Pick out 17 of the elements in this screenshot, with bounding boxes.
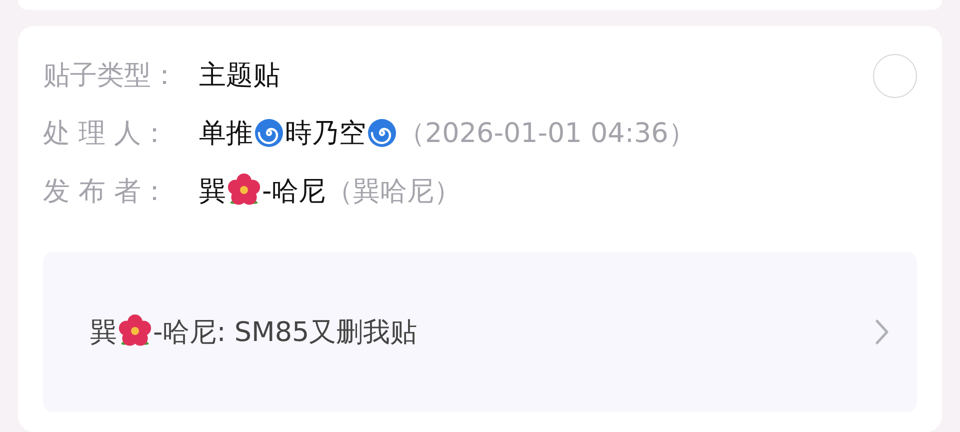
linked-post-title: 巽 (90, 316, 117, 350)
field-value: 時乃空 (285, 116, 366, 151)
field-value: 主题贴 (199, 58, 280, 93)
linked-post[interactable]: 巽 -哈尼: SM85又删我贴 (43, 252, 917, 412)
field-note: （巽哈尼） (326, 174, 461, 209)
chevron-right-icon (875, 318, 889, 345)
linked-post-title: -哈尼: SM85又删我贴 (153, 316, 418, 350)
field-note: （2026-01-01 04:36） (398, 116, 696, 151)
field-value: -哈尼 (262, 174, 326, 209)
cyclone-icon (367, 118, 397, 148)
field-label: 发 布 者： (43, 174, 170, 209)
select-checkbox[interactable] (873, 54, 917, 98)
field-value: 巽 (199, 174, 226, 209)
field-label: 贴子类型： (43, 58, 179, 93)
cyclone-icon (254, 118, 284, 148)
field-label: 处 理 人： (43, 116, 170, 151)
field-value: 单推 (199, 116, 253, 151)
